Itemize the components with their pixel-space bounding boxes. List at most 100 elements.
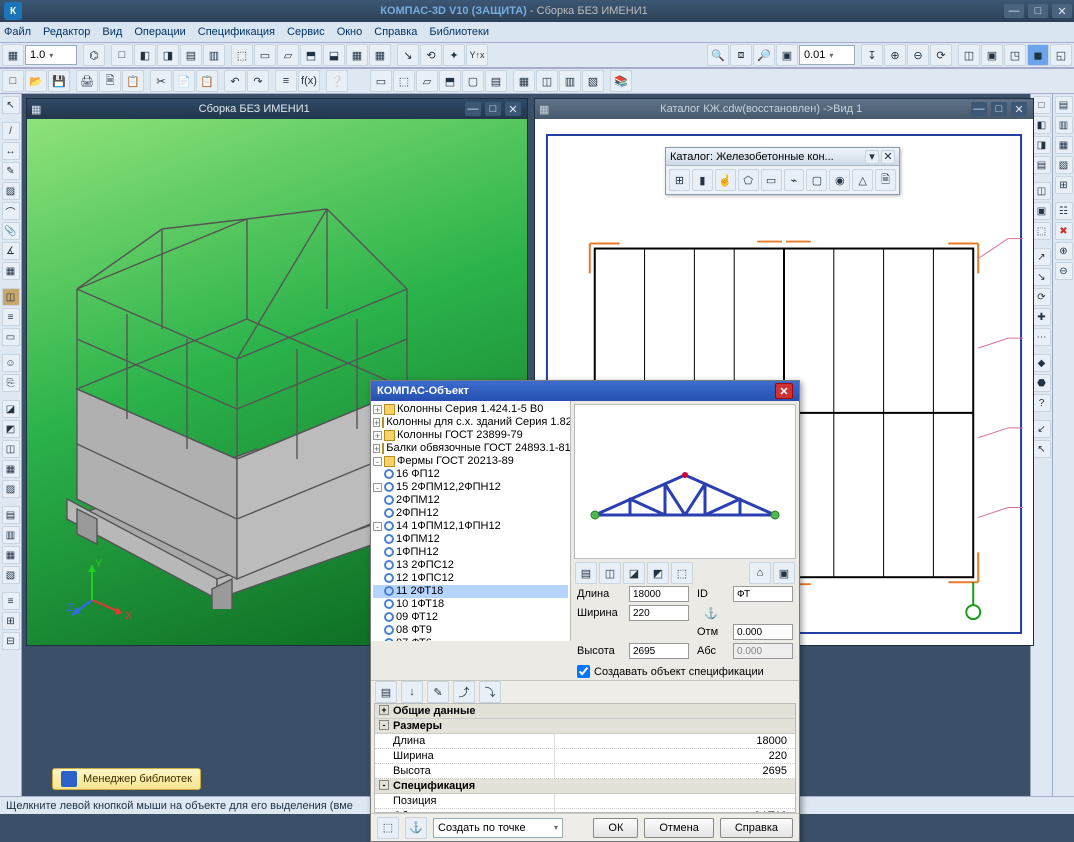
zoom-input[interactable]: 0.01▾ [799, 45, 855, 65]
menu-file[interactable]: Файл [4, 26, 31, 38]
tool-1[interactable]: □ [111, 44, 133, 66]
r1-14[interactable]: ⬣ [1033, 374, 1051, 392]
r1-11[interactable]: ✚ [1033, 308, 1051, 326]
tree-node[interactable]: 16 ФП12 [373, 468, 568, 481]
r1-12[interactable]: ⋯ [1033, 328, 1051, 346]
menu-help[interactable]: Справка [374, 26, 417, 38]
tool-6[interactable]: ⬚ [231, 44, 253, 66]
r2-9[interactable]: ⊖ [1055, 262, 1073, 280]
pv-4[interactable]: ◩ [647, 562, 669, 584]
catalog-tree[interactable]: +Колонны Серия 1.424.1-5 В0+Колонны для … [371, 401, 571, 641]
open-icon[interactable]: 📂 [25, 70, 47, 92]
sel-3[interactable]: ▱ [416, 70, 438, 92]
tool-9[interactable]: ⬒ [300, 44, 322, 66]
foot-mode-icon[interactable]: ⬚ [377, 817, 399, 839]
tool-4[interactable]: ▤ [180, 44, 202, 66]
r2-6[interactable]: ☷ [1055, 202, 1073, 220]
tool-14[interactable]: ⟲ [420, 44, 442, 66]
id-input[interactable] [733, 586, 793, 602]
r1-10[interactable]: ⟳ [1033, 288, 1051, 306]
fb-3[interactable]: ☝ [715, 169, 736, 191]
pv-fit-icon[interactable]: ▣ [773, 562, 795, 584]
nav-1[interactable]: ↧ [861, 44, 883, 66]
placement-mode-select[interactable]: Создать по точке▾ [433, 818, 563, 838]
st-text[interactable]: ✎ [2, 162, 20, 180]
st-layer[interactable]: ≡ [2, 308, 20, 326]
undo-icon[interactable]: ↶ [224, 70, 246, 92]
cut-icon[interactable]: ✂ [150, 70, 172, 92]
tool-12[interactable]: ▦ [369, 44, 391, 66]
r1-9[interactable]: ↘ [1033, 268, 1051, 286]
st-m1[interactable]: ▤ [2, 506, 20, 524]
tree-node[interactable]: 08 ФТ9 [373, 624, 568, 637]
st-dim[interactable]: ↔ [2, 142, 20, 160]
redo-icon[interactable]: ↷ [247, 70, 269, 92]
cube-3[interactable]: ◳ [1004, 44, 1026, 66]
cube-4[interactable]: ◼ [1027, 44, 1049, 66]
r1-5[interactable]: ◫ [1033, 182, 1051, 200]
fb-4[interactable]: ⬠ [738, 169, 759, 191]
nav-3[interactable]: ⊖ [907, 44, 929, 66]
fb-1[interactable]: ⊞ [669, 169, 690, 191]
fb-10[interactable]: 🗎 [875, 169, 896, 191]
r2-5[interactable]: ⊞ [1055, 176, 1073, 194]
child2-close[interactable]: ✕ [1011, 102, 1027, 116]
fb-5[interactable]: ▭ [761, 169, 782, 191]
nav-2[interactable]: ⊕ [884, 44, 906, 66]
height-input[interactable] [629, 643, 689, 659]
r1-16[interactable]: ↙ [1033, 420, 1051, 438]
tree-node[interactable]: 1ФПМ12 [373, 533, 568, 546]
st-table[interactable]: ▦ [2, 262, 20, 280]
fb-6[interactable]: ⌁ [784, 169, 805, 191]
r1-7[interactable]: ⬚ [1033, 222, 1051, 240]
child2-max[interactable]: □ [991, 102, 1007, 116]
cube-2[interactable]: ▣ [981, 44, 1003, 66]
pv-5[interactable]: ⬚ [671, 562, 693, 584]
tool-15[interactable]: ✦ [443, 44, 465, 66]
cube-1[interactable]: ◫ [958, 44, 980, 66]
print-icon[interactable]: 🖨 [76, 70, 98, 92]
maximize-button[interactable]: □ [1028, 4, 1048, 18]
tree-node[interactable]: +Колонны Серия 1.424.1-5 В0 [373, 403, 568, 416]
zoom-region-icon[interactable]: ⧈ [730, 44, 752, 66]
st-m2[interactable]: ▥ [2, 526, 20, 544]
st-arc[interactable]: ⌒ [2, 202, 20, 220]
pv-1[interactable]: ▤ [575, 562, 597, 584]
win-3[interactable]: ▥ [559, 70, 581, 92]
st-item[interactable]: ▭ [2, 328, 20, 346]
copy-icon[interactable]: 📄 [173, 70, 195, 92]
tree-node[interactable]: +Колонны для с.х. зданий Серия 1.823.1-2… [373, 416, 568, 429]
preview-icon[interactable]: 🗎 [99, 70, 121, 92]
save-icon[interactable]: 💾 [48, 70, 70, 92]
tool-8[interactable]: ▱ [277, 44, 299, 66]
menu-edit[interactable]: Редактор [43, 26, 90, 38]
lib-icon[interactable]: 📚 [610, 70, 632, 92]
fx-icon[interactable]: f(x) [298, 70, 320, 92]
dm-3[interactable]: ✎ [427, 681, 449, 703]
st-3d2[interactable]: ◩ [2, 420, 20, 438]
sel-6[interactable]: ▤ [485, 70, 507, 92]
st-3d3[interactable]: ◫ [2, 440, 20, 458]
r2-4[interactable]: ▧ [1055, 156, 1073, 174]
st-hatch[interactable]: ▨ [2, 182, 20, 200]
tree-node[interactable]: 11 2ФТ18 [373, 585, 568, 598]
r1-8[interactable]: ↗ [1033, 248, 1051, 266]
zoom-in-icon[interactable]: 🔍 [707, 44, 729, 66]
tool-5[interactable]: ▥ [203, 44, 225, 66]
dm-2[interactable]: ↓ [401, 681, 423, 703]
tool-10[interactable]: ⬓ [323, 44, 345, 66]
ok-button[interactable]: ОК [593, 818, 638, 838]
tree-icon[interactable]: ⌬ [83, 44, 105, 66]
st-angle[interactable]: ∡ [2, 242, 20, 260]
sel-4[interactable]: ⬒ [439, 70, 461, 92]
r2-3[interactable]: ▦ [1055, 136, 1073, 154]
tree-node[interactable]: 1ФПН12 [373, 546, 568, 559]
st-3d5[interactable]: ▨ [2, 480, 20, 498]
fb-7[interactable]: ▢ [806, 169, 827, 191]
tool-7[interactable]: ▭ [254, 44, 276, 66]
st-box[interactable]: ◫ [2, 288, 20, 306]
r1-1[interactable]: □ [1033, 96, 1051, 114]
tree-node[interactable]: -14 1ФПМ12,1ФПН12 [373, 520, 568, 533]
help-button[interactable]: Справка [720, 818, 793, 838]
tree-node[interactable]: 10 1ФТ18 [373, 598, 568, 611]
